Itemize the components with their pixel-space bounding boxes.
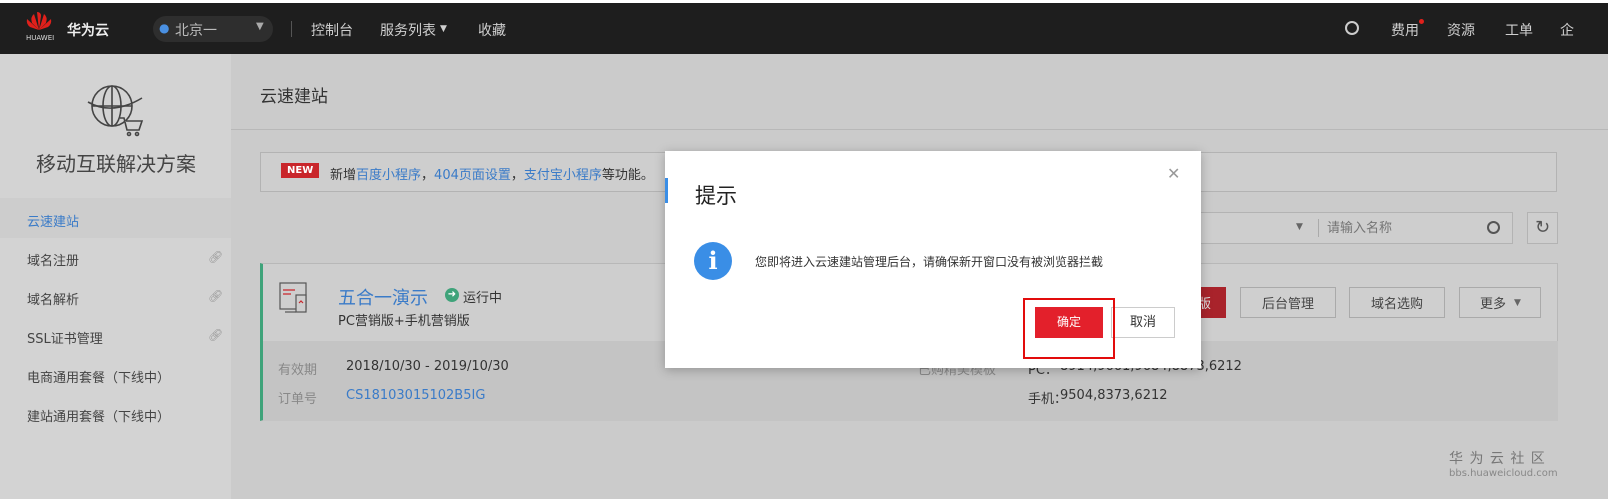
dialog-message: 您即将进入云速建站管理后台，请确保新开窗口没有被浏览器拦截 — [755, 255, 1104, 269]
new-badge: NEW — [281, 163, 320, 178]
location-pin-icon: ● — [159, 21, 170, 35]
validity-label: 有效期 — [278, 363, 318, 378]
top-navbar: HUAWEI 华为云 ● 北京一 ▼ 控制台 服务列表 ▼ 收藏 费用 资源 工… — [0, 3, 1608, 54]
sidebar-item-site-package[interactable]: 建站通用套餐（下线中） — [27, 406, 170, 425]
watermark-url: bbs.huaweicloud.com — [1449, 468, 1558, 479]
sidebar-item-site-builder[interactable]: 云速建站 — [27, 211, 79, 230]
site-name-link[interactable]: 五合一演示 — [338, 284, 428, 310]
search-icon[interactable] — [1345, 21, 1359, 35]
nav-favorites[interactable]: 收藏 — [478, 20, 506, 40]
sidebar-item-ssl[interactable]: SSL证书管理 — [27, 328, 103, 347]
order-link[interactable]: CS18103015102B5IG — [346, 388, 485, 403]
mobile-templates: 9504,8373,6212 — [1060, 388, 1168, 403]
notice-link-alipay[interactable]: 支付宝小程序 — [524, 168, 602, 183]
nav-tickets[interactable]: 工单 — [1505, 20, 1533, 40]
status-text: 运行中 — [463, 291, 503, 306]
huawei-logo-icon — [26, 12, 52, 32]
divider — [291, 21, 292, 37]
sidebar-item-ecommerce-package[interactable]: 电商通用套餐（下线中） — [27, 367, 170, 386]
title-accent — [665, 178, 668, 203]
info-icon: i — [694, 242, 732, 280]
sidebar-title: 移动互联解决方案 — [36, 152, 196, 176]
notice-link-404[interactable]: 404页面设置 — [434, 168, 511, 183]
sidebar-item-domain-register[interactable]: 域名注册 — [27, 250, 79, 269]
nav-console[interactable]: 控制台 — [311, 20, 353, 40]
device-icon — [279, 282, 309, 320]
notice-prefix: 新增 — [330, 168, 357, 183]
filter-search-group: ▼ — [1150, 212, 1513, 244]
refresh-button[interactable]: ↻ — [1527, 212, 1558, 244]
notice-sep: ， — [510, 168, 524, 183]
highlight-box — [1023, 298, 1115, 359]
region-selector[interactable]: ● 北京一 ▼ — [153, 16, 273, 42]
confirm-dialog: 提示 ✕ i 您即将进入云速建站管理后台，请确保新开窗口没有被浏览器拦截 确定 … — [665, 151, 1201, 368]
sidebar: 移动互联解决方案 云速建站 域名注册 🔗︎ 域名解析 🔗︎ SSL证书管理 🔗︎… — [0, 54, 231, 499]
notice-sep: ， — [421, 168, 435, 183]
running-status-icon: ➜ — [445, 288, 459, 302]
sidebar-item-dns[interactable]: 域名解析 — [27, 289, 79, 308]
edition-text: PC营销版+手机营销版 — [338, 314, 470, 329]
more-label: 更多 — [1480, 297, 1507, 312]
chevron-down-icon[interactable]: ▼ — [1296, 222, 1303, 232]
notification-dot — [1419, 19, 1424, 24]
external-link-icon: 🔗︎ — [208, 289, 224, 303]
notice-suffix: 等功能。 — [601, 168, 654, 183]
nav-billing[interactable]: 费用 — [1391, 20, 1419, 40]
search-input[interactable] — [1321, 214, 1471, 242]
cancel-button[interactable]: 取消 — [1111, 307, 1175, 338]
logo-text: HUAWEI — [26, 34, 55, 42]
chevron-down-icon: ▼ — [440, 24, 447, 34]
chevron-down-icon: ▼ — [1514, 297, 1521, 308]
external-link-icon: 🔗︎ — [208, 250, 224, 264]
buy-domain-button[interactable]: 域名选购 — [1349, 287, 1445, 318]
nav-resources[interactable]: 资源 — [1447, 20, 1475, 40]
dialog-title: 提示 — [695, 184, 737, 208]
close-icon[interactable]: ✕ — [1167, 164, 1180, 183]
nav-services[interactable]: 服务列表 — [380, 20, 436, 40]
region-label: 北京一 — [175, 23, 217, 39]
admin-button[interactable]: 后台管理 — [1240, 287, 1336, 318]
more-button[interactable]: 更多 ▼ — [1459, 287, 1541, 318]
watermark-title: 华 为 云 社 区 — [1449, 451, 1546, 467]
nav-enterprise[interactable]: 企 — [1560, 20, 1574, 40]
brand-name: 华为云 — [67, 23, 109, 39]
globe-cart-icon — [86, 80, 146, 144]
search-icon[interactable] — [1487, 221, 1500, 234]
order-label: 订单号 — [278, 392, 318, 407]
page-title: 云速建站 — [260, 87, 328, 107]
external-link-icon: 🔗︎ — [208, 328, 224, 342]
divider — [1318, 219, 1319, 237]
chevron-down-icon: ▼ — [256, 21, 264, 32]
validity-value: 2018/10/30 - 2019/10/30 — [346, 359, 509, 374]
notice-link-baidu[interactable]: 百度小程序 — [356, 168, 421, 183]
divider — [231, 129, 1608, 130]
notice-text: 新增百度小程序，404页面设置，支付宝小程序等功能。 — [330, 164, 654, 183]
